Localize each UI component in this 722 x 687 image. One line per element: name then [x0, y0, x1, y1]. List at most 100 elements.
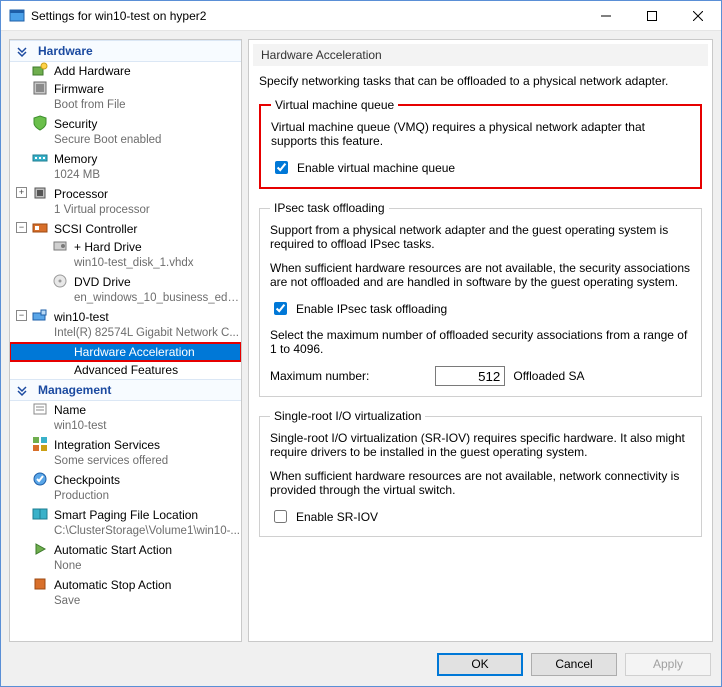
chevron-down-icon — [15, 384, 29, 398]
add-hardware-icon — [32, 62, 48, 78]
tree-item-firmware[interactable]: Firmware — [10, 80, 241, 98]
apply-button[interactable]: Apply — [625, 653, 711, 676]
paging-icon — [32, 506, 48, 522]
tree-item-label: Advanced Features — [74, 363, 178, 377]
tree-item-sub: win10-test_disk_1.vhdx — [10, 256, 241, 273]
processor-icon — [32, 185, 48, 201]
tree-item-sub: None — [10, 559, 241, 576]
tree-item-label: Automatic Start Action — [54, 543, 172, 557]
checkbox-input[interactable] — [274, 302, 287, 315]
checkpoint-icon — [32, 471, 48, 487]
collapse-icon[interactable]: − — [16, 222, 27, 233]
tree-item-sub: C:\ClusterStorage\Volume1\win10-... — [10, 524, 241, 541]
group-ipsec: IPsec task offloading Support from a phy… — [259, 201, 702, 397]
tree-item-sub: Boot from File — [10, 98, 241, 115]
tree-item-sub: win10-test — [10, 419, 241, 436]
app-icon — [9, 8, 25, 24]
ipsec-text2: When sufficient hardware resources are n… — [270, 261, 691, 289]
tree-item-label: SCSI Controller — [54, 222, 137, 236]
tree-item-sub: 1024 MB — [10, 168, 241, 185]
tree-item-sub: Some services offered — [10, 454, 241, 471]
maximize-button[interactable] — [629, 1, 675, 31]
collapse-icon[interactable]: − — [16, 310, 27, 321]
tree-item-hard-drive[interactable]: + Hard Drive — [10, 238, 241, 256]
checkbox-input[interactable] — [274, 510, 287, 523]
tree-item-processor[interactable]: + Processor — [10, 185, 241, 203]
tree-item-add-hardware[interactable]: Add Hardware — [10, 62, 241, 80]
tree-item-hardware-acceleration[interactable]: Hardware Acceleration — [10, 343, 241, 361]
harddrive-icon — [52, 238, 68, 254]
tree-item-label: Firmware — [54, 82, 104, 96]
scsi-icon — [32, 220, 48, 236]
window-title: Settings for win10-test on hyper2 — [31, 9, 583, 23]
checkbox-enable-ipsec[interactable]: Enable IPsec task offloading — [270, 299, 691, 318]
memory-icon — [32, 150, 48, 166]
max-number-label: Maximum number: — [270, 369, 369, 383]
checkbox-label: Enable SR-IOV — [296, 510, 378, 524]
integration-icon — [32, 436, 48, 452]
ok-button[interactable]: OK — [437, 653, 523, 676]
chevron-down-icon — [15, 45, 29, 59]
group-legend: Virtual machine queue — [271, 98, 398, 112]
tree-item-sub: en_windows_10_business_editi... — [10, 291, 241, 308]
checkbox-enable-vmq[interactable]: Enable virtual machine queue — [271, 158, 690, 177]
tree-item-memory[interactable]: Memory — [10, 150, 241, 168]
dialog-footer: OK Cancel Apply — [1, 642, 721, 686]
tree-item-label: Security — [54, 117, 97, 131]
group-legend: Single-root I/O virtualization — [270, 409, 425, 423]
name-icon — [32, 401, 48, 417]
category-label: Management — [38, 383, 111, 397]
max-number-suffix: Offloaded SA — [513, 369, 584, 383]
shield-icon — [32, 115, 48, 131]
max-number-input[interactable] — [435, 366, 505, 386]
tree-item-network-adapter[interactable]: − win10-test — [10, 308, 241, 326]
group-vmq: Virtual machine queue Virtual machine qu… — [259, 98, 702, 189]
tree-item-advanced-features[interactable]: Advanced Features — [10, 361, 241, 379]
tree-item-label: DVD Drive — [74, 275, 131, 289]
group-sriov: Single-root I/O virtualization Single-ro… — [259, 409, 702, 537]
tree-item-paging[interactable]: Smart Paging File Location — [10, 506, 241, 524]
tree-item-integration[interactable]: Integration Services — [10, 436, 241, 454]
category-label: Hardware — [38, 44, 93, 58]
tree-item-security[interactable]: Security — [10, 115, 241, 133]
tree-item-sub: Intel(R) 82574L Gigabit Network C... — [10, 326, 241, 343]
tree-item-autostop[interactable]: Automatic Stop Action — [10, 576, 241, 594]
cancel-button[interactable]: Cancel — [531, 653, 617, 676]
tree-item-label: Processor — [54, 187, 108, 201]
tree-item-label: Memory — [54, 152, 97, 166]
tree-item-dvd[interactable]: DVD Drive — [10, 273, 241, 291]
sriov-text2: When sufficient hardware resources are n… — [270, 469, 691, 497]
checkbox-enable-sriov[interactable]: Enable SR-IOV — [270, 507, 691, 526]
tree-item-scsi[interactable]: − SCSI Controller — [10, 220, 241, 238]
autostop-icon — [32, 576, 48, 592]
tree-item-sub: 1 Virtual processor — [10, 203, 241, 220]
category-management[interactable]: Management — [10, 379, 241, 401]
tree-item-label: Hardware Acceleration — [74, 345, 195, 359]
tree-item-sub: Save — [10, 594, 241, 611]
close-button[interactable] — [675, 1, 721, 31]
ipsec-select-text: Select the maximum number of offloaded s… — [270, 328, 691, 356]
max-number-row: Maximum number: Offloaded SA — [270, 366, 691, 386]
dvd-icon — [52, 273, 68, 289]
checkbox-label: Enable virtual machine queue — [297, 161, 455, 175]
settings-tree[interactable]: Hardware Add Hardware Firmware Boot from… — [9, 39, 242, 642]
firmware-icon — [32, 80, 48, 96]
tree-item-label: win10-test — [54, 310, 109, 324]
category-hardware[interactable]: Hardware — [10, 40, 241, 62]
tree-item-label: Automatic Stop Action — [54, 578, 171, 592]
tree-item-autostart[interactable]: Automatic Start Action — [10, 541, 241, 559]
tree-item-checkpoints[interactable]: Checkpoints — [10, 471, 241, 489]
tree-item-label: Add Hardware — [54, 64, 131, 78]
sriov-text1: Single-root I/O virtualization (SR-IOV) … — [270, 431, 691, 459]
panel-title: Hardware Acceleration — [253, 44, 708, 66]
expand-icon[interactable]: + — [16, 187, 27, 198]
expand-icon[interactable]: + — [74, 240, 81, 254]
minimize-button[interactable] — [583, 1, 629, 31]
autostart-icon — [32, 541, 48, 557]
tree-item-sub: Production — [10, 489, 241, 506]
tree-item-sub: Secure Boot enabled — [10, 133, 241, 150]
tree-item-name[interactable]: Name — [10, 401, 241, 419]
checkbox-input[interactable] — [275, 161, 288, 174]
tree-item-label: Checkpoints — [54, 473, 120, 487]
tree-item-label: Smart Paging File Location — [54, 508, 198, 522]
